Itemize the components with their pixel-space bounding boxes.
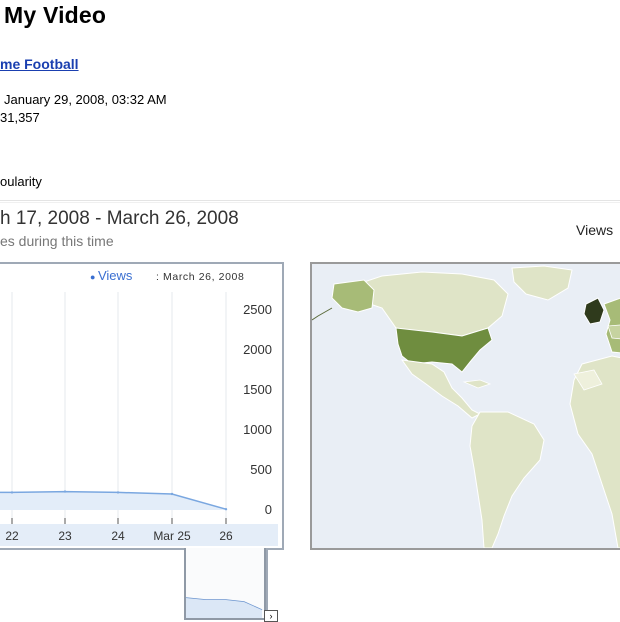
section-divider-shadow (0, 202, 620, 203)
range-handle-icon[interactable]: › (264, 610, 278, 622)
range-selector-window[interactable] (184, 548, 266, 620)
views-point (63, 490, 67, 493)
y-tick-label: 2500 (243, 302, 272, 317)
y-tick-label: 1500 (243, 382, 272, 397)
views-count: 31,357 (0, 110, 40, 125)
world-map-svg (312, 264, 620, 548)
x-tick-label: 24 (111, 529, 125, 543)
legend-series-label: Views (97, 268, 133, 283)
date-added: January 29, 2008, 03:32 AM (4, 92, 167, 107)
views-world-map[interactable] (310, 262, 620, 550)
section-divider (0, 200, 620, 201)
views-point (10, 491, 14, 494)
views-point (224, 508, 228, 511)
x-tick-label: Mar 25 (153, 529, 191, 543)
y-tick-label: 0 (265, 502, 272, 517)
map-views-label: Views (576, 222, 614, 238)
views-area (0, 491, 226, 510)
views-point (116, 491, 120, 494)
x-axis-band (0, 524, 278, 546)
page-title: My Video (4, 2, 107, 28)
x-tick-label: 22 (5, 529, 19, 543)
y-tick-label: 500 (250, 462, 272, 477)
x-tick-label: 26 (219, 529, 233, 543)
video-title-link[interactable]: me Football (0, 56, 79, 72)
views-point (170, 492, 174, 496)
range-sparkline (186, 597, 263, 618)
section-label: oularity (0, 174, 42, 189)
y-tick-label: 1000 (243, 422, 272, 437)
date-range-subtitle: es during this time (0, 233, 114, 249)
legend-dot-icon: ● (90, 272, 98, 282)
legend-views-series[interactable]: ● Views (90, 268, 132, 283)
x-tick-label: 23 (58, 529, 72, 543)
legend-date: : March 26, 2008 (156, 271, 245, 283)
views-chart: 2500 2000 1500 1000 500 0 22 23 24 Mar 25 26 (0, 292, 278, 546)
y-tick-label: 2000 (243, 342, 272, 357)
date-range-title: h 17, 2008 - March 26, 2008 (0, 208, 239, 229)
